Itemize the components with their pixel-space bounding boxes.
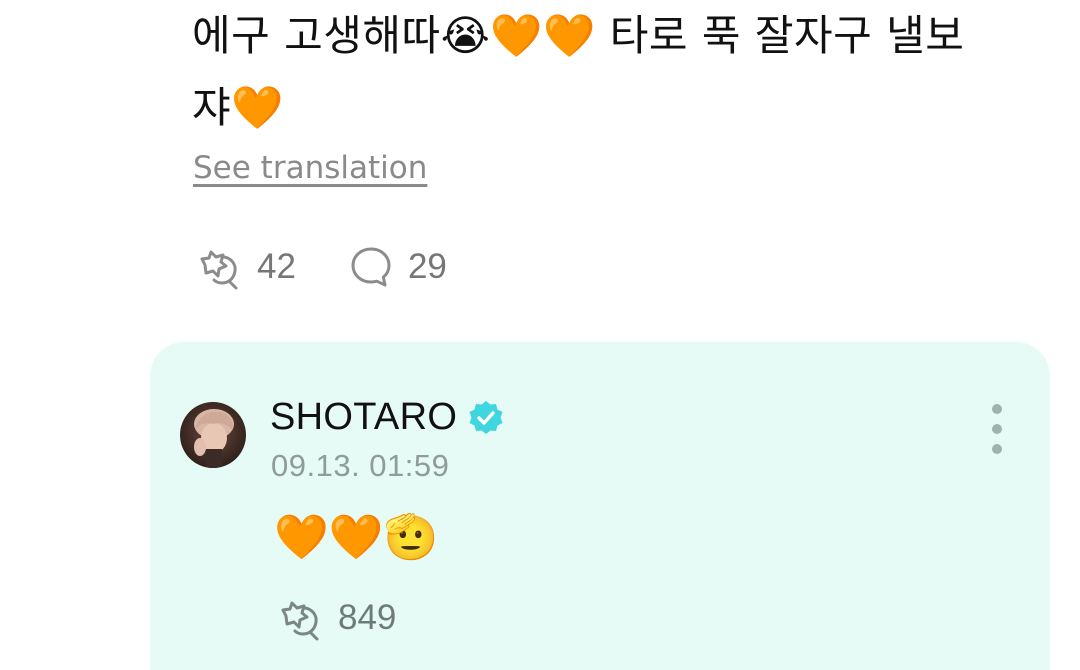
- reply-body: 🧡🧡🫡: [274, 512, 439, 563]
- more-vertical-icon-dot-1: [992, 404, 1002, 414]
- avatar[interactable]: [180, 402, 246, 468]
- reply-reaction-button[interactable]: 849: [274, 594, 396, 642]
- post-reaction-button[interactable]: 42: [193, 243, 296, 291]
- sparkle-pop-icon: [200, 250, 238, 290]
- avatar-image: [180, 402, 246, 468]
- reply-timestamp: 09.13. 01:59: [271, 448, 450, 483]
- post-body-line-2: 쟈🧡: [192, 83, 284, 132]
- post-detail: 에구 고생해따😭🧡🧡 타로 푹 잘자구 낼보 쟈🧡 See translatio…: [0, 0, 1080, 670]
- more-vertical-icon-dot-3: [992, 444, 1002, 454]
- author-name[interactable]: SHOTARO: [270, 396, 457, 439]
- reply-author-row: SHOTARO: [270, 396, 505, 439]
- more-options-button[interactable]: [986, 402, 1008, 458]
- artist-reply-card[interactable]: SHOTARO 09.13. 01:59 🧡🧡🫡 849: [150, 342, 1050, 670]
- post-body: 에구 고생해따😭🧡🧡 타로 푹 잘자구 낼보 쟈🧡: [192, 0, 1022, 144]
- post-reaction-count: 42: [257, 247, 296, 286]
- post-comment-count: 29: [407, 247, 447, 286]
- post-body-line-1: 에구 고생해따😭🧡🧡 타로 푹 잘자구 낼보: [192, 11, 965, 60]
- more-vertical-icon-dot-2: [992, 424, 1002, 434]
- sparkle-pop-icon: [281, 601, 319, 641]
- post-stats: 42 29: [193, 243, 499, 291]
- speech-bubble-icon: [351, 247, 391, 287]
- post-comment-button[interactable]: 29: [348, 244, 447, 290]
- verified-badge-icon: [469, 400, 503, 434]
- see-translation-link[interactable]: See translation: [193, 150, 427, 186]
- reply-reaction-count: 849: [338, 598, 397, 637]
